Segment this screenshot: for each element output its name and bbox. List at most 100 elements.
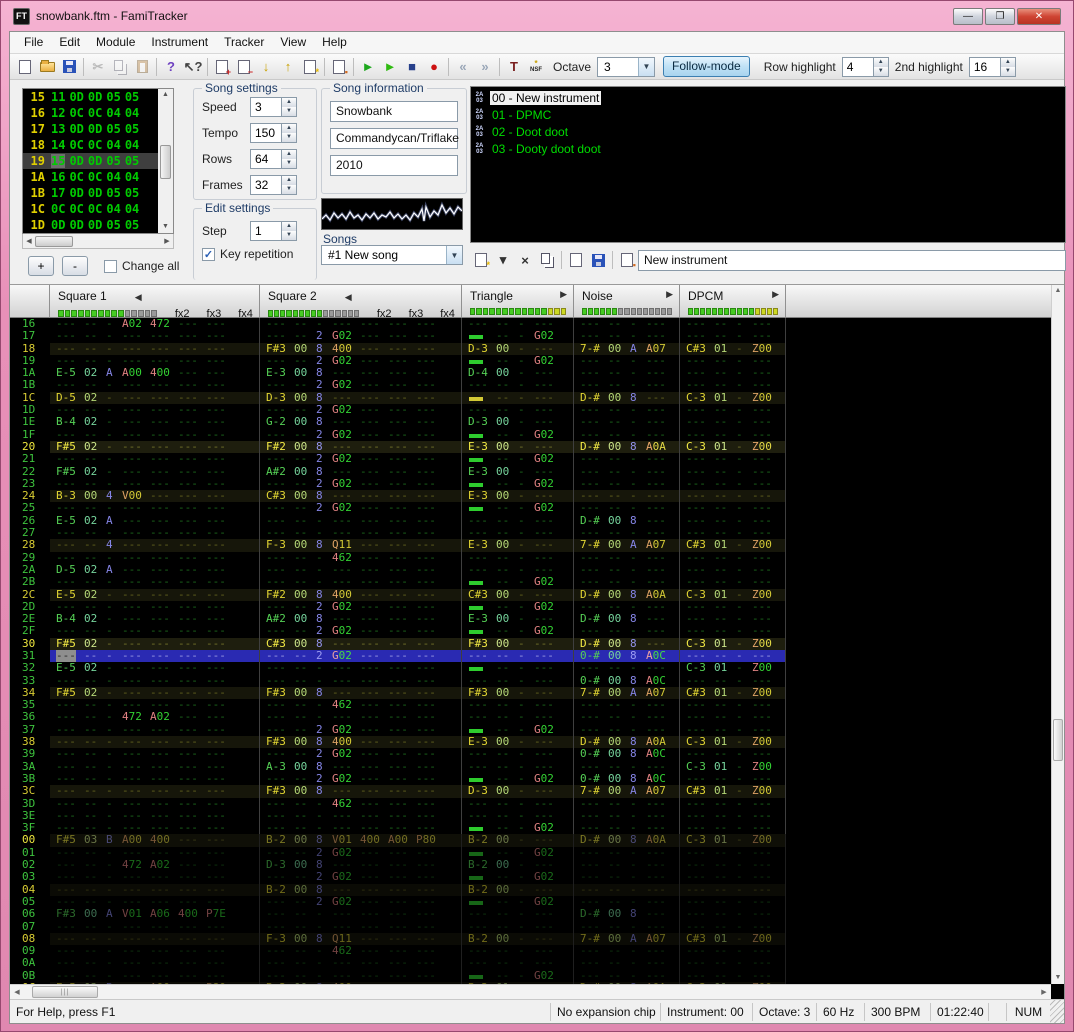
- pattern-cell-sq2[interactable]: F#3008400---------: [260, 343, 462, 355]
- spin-up-icon[interactable]: ▲: [282, 150, 296, 159]
- load-instrument-icon[interactable]: [565, 250, 587, 270]
- expand-fx-icon[interactable]: ▶: [772, 289, 779, 300]
- scroll-up-icon[interactable]: ▲: [1052, 285, 1064, 297]
- pattern-cell-sq1[interactable]: ------------------: [50, 453, 260, 465]
- pattern-cell-sq1[interactable]: -----4------------: [50, 539, 260, 551]
- pattern-cell-noise[interactable]: D-#008---: [574, 908, 680, 920]
- titlebar[interactable]: FT snowbank.ftm - FamiTracker —❐✕: [9, 1, 1065, 31]
- scrollbar-thumb[interactable]: |||: [32, 986, 98, 998]
- pattern-cell-noise[interactable]: D-#008A0A: [574, 589, 680, 601]
- pattern-cell-sq1[interactable]: E-502-------------: [50, 662, 260, 674]
- pattern-cell-noise[interactable]: ---------: [574, 466, 680, 478]
- new-instrument-icon[interactable]: *: [470, 250, 492, 270]
- cut-icon[interactable]: ✂: [87, 57, 109, 77]
- pattern-cell-sq1[interactable]: F#502-------------: [50, 466, 260, 478]
- pattern-cell-dpcm[interactable]: ---------: [680, 466, 786, 478]
- step-arrows[interactable]: ▲▼: [282, 221, 297, 241]
- edit-instrument-icon[interactable]: ▪: [616, 250, 638, 270]
- spin-up-icon[interactable]: ▲: [282, 98, 296, 107]
- spin-up-icon[interactable]: ▲: [282, 124, 296, 133]
- scrollbar-thumb[interactable]: [160, 145, 171, 179]
- pattern-cell-triangle[interactable]: C#300----: [462, 589, 574, 601]
- pattern-cell-sq2[interactable]: B-2008V01400A00P80: [260, 834, 462, 846]
- menu-item-file[interactable]: File: [16, 32, 51, 52]
- instrument-item[interactable]: 2A0301 - DPMC: [471, 106, 1065, 123]
- pattern-cell-sq1[interactable]: ------------------: [50, 957, 260, 969]
- spin-up-icon[interactable]: ▲: [1001, 58, 1015, 67]
- scrollbar-thumb[interactable]: [1053, 719, 1063, 761]
- pattern-cell-triangle[interactable]: B-200----: [462, 834, 574, 846]
- pattern-cell-sq2[interactable]: ------------------: [260, 908, 462, 920]
- open-file-icon[interactable]: [36, 57, 58, 77]
- pattern-cell-dpcm[interactable]: ---------: [680, 957, 786, 969]
- instrument-item[interactable]: 2A0303 - Dooty doot doot: [471, 140, 1065, 157]
- pattern-cell-triangle[interactable]: ---------: [462, 711, 574, 723]
- stop-icon[interactable]: ■: [401, 57, 423, 77]
- frame-row[interactable]: 15110D0D0505: [23, 89, 158, 105]
- spin-down-icon[interactable]: ▼: [282, 185, 296, 194]
- pattern-cell-noise[interactable]: ---------: [574, 711, 680, 723]
- pattern-cell-sq2[interactable]: F#2008400---------: [260, 589, 462, 601]
- pattern-cell-sq2[interactable]: A#2008------------: [260, 466, 462, 478]
- pattern-cell-sq1[interactable]: ------------------: [50, 343, 260, 355]
- clone-instrument-icon[interactable]: [536, 250, 558, 270]
- channel-header-dpcm[interactable]: DPCM▶: [680, 285, 786, 318]
- close-button[interactable]: ✕: [1017, 8, 1061, 25]
- pattern-cell-noise[interactable]: 0-#008A0C: [574, 748, 680, 760]
- pattern-cell-noise[interactable]: ---------: [574, 871, 680, 883]
- pattern-cell-dpcm[interactable]: ---------: [680, 502, 786, 514]
- play-icon[interactable]: ►: [357, 57, 379, 77]
- spinner-arrows[interactable]: ▲▼: [282, 97, 297, 117]
- pattern-cell-sq2[interactable]: -----2G02---------: [260, 502, 462, 514]
- pattern-cell-sq2[interactable]: G-2008------------: [260, 416, 462, 428]
- pattern-cell-sq2[interactable]: -----2G02---------: [260, 748, 462, 760]
- instrument-item[interactable]: 2A0302 - Doot doot: [471, 123, 1065, 140]
- pattern-cell-sq2[interactable]: -----2G02---------: [260, 453, 462, 465]
- expand-fx-icon[interactable]: ▶: [666, 289, 673, 300]
- frame-row[interactable]: 19150D0D0505: [23, 153, 158, 169]
- save-instrument-icon[interactable]: [587, 250, 609, 270]
- scrollbar-thumb[interactable]: [35, 236, 73, 247]
- pattern-cell-sq1[interactable]: B-402-------------: [50, 416, 260, 428]
- pattern-cell-noise[interactable]: ---------: [574, 798, 680, 810]
- spin-down-icon[interactable]: ▼: [282, 159, 296, 168]
- checkbox-checked-icon[interactable]: ✓: [202, 248, 215, 261]
- paste-icon[interactable]: [131, 57, 153, 77]
- pattern-cell-sq2[interactable]: -----2G02---------: [260, 625, 462, 637]
- second-highlight-spinner[interactable]: 16 ▲▼: [969, 57, 1016, 77]
- play-pattern-icon[interactable]: ►: [379, 57, 401, 77]
- pattern-cell-noise[interactable]: D-#008A0A: [574, 834, 680, 846]
- pattern-cell-sq1[interactable]: ------------------: [50, 798, 260, 810]
- next-frame-icon[interactable]: »: [474, 57, 496, 77]
- pattern-cell-dpcm[interactable]: C#301-Z00: [680, 343, 786, 355]
- pattern-cell-sq1[interactable]: ------472A02------: [50, 711, 260, 723]
- spinner-arrows[interactable]: ▲▼: [282, 123, 297, 143]
- pattern-cell-triangle[interactable]: ---G02: [462, 625, 574, 637]
- pattern-cell-sq1[interactable]: ------------------: [50, 785, 260, 797]
- remove-instrument-icon[interactable]: ×: [514, 250, 536, 270]
- pattern-cell-sq1[interactable]: ------------------: [50, 871, 260, 883]
- instrument-item[interactable]: 2A0300 - New instrument: [471, 89, 1065, 106]
- module-properties-icon[interactable]: ▪: [328, 57, 350, 77]
- frames-spinner[interactable]: 32▲▼: [250, 175, 297, 195]
- copy-icon[interactable]: [109, 57, 131, 77]
- frame-remove-button[interactable]: -: [62, 256, 88, 276]
- pattern-cell-sq1[interactable]: F#300AV01A06400P7E: [50, 908, 260, 920]
- pattern-cell-noise[interactable]: 7-#00AA07: [574, 785, 680, 797]
- spin-up-icon[interactable]: ▲: [874, 58, 888, 67]
- frame-vertical-scrollbar[interactable]: ▲ ▼: [158, 89, 173, 233]
- change-all-checkbox[interactable]: Change all: [104, 259, 179, 273]
- songs-select[interactable]: #1 New song ▼: [321, 245, 463, 265]
- pattern-cell-noise[interactable]: ---------: [574, 625, 680, 637]
- menu-item-edit[interactable]: Edit: [51, 32, 88, 52]
- pattern-cell-sq2[interactable]: ------462---------: [260, 798, 462, 810]
- move-frame-up-icon[interactable]: ↑: [277, 57, 299, 77]
- pattern-cell-sq1[interactable]: ------------------: [50, 921, 260, 933]
- pattern-cell-triangle[interactable]: ------: [462, 662, 574, 674]
- song-artist-field[interactable]: Commandycan/Triflake: [330, 128, 458, 149]
- duplicate-frame-icon[interactable]: *: [299, 57, 321, 77]
- instrument-list[interactable]: 2A0300 - New instrument2A0301 - DPMC2A03…: [470, 86, 1066, 243]
- spin-up-icon[interactable]: ▲: [282, 222, 296, 231]
- spin-down-icon[interactable]: ▼: [1001, 67, 1015, 76]
- pattern-cell-triangle[interactable]: ---------: [462, 748, 574, 760]
